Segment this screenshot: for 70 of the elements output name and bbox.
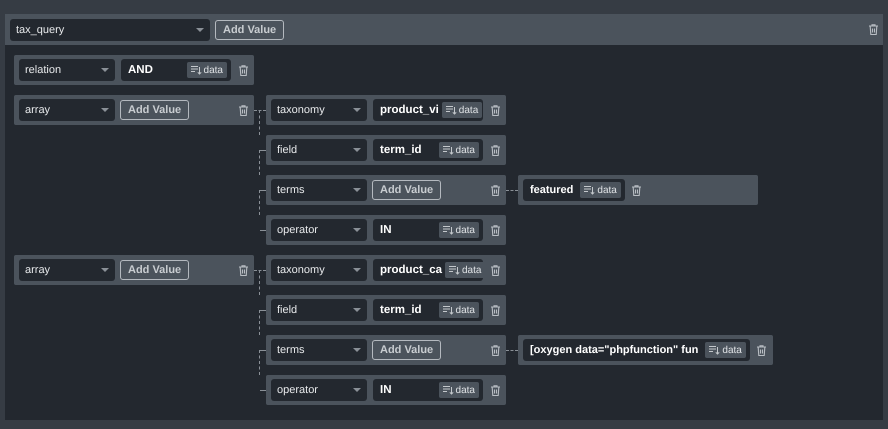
key-dropdown[interactable]: relation <box>19 59 115 81</box>
data-button[interactable]: data <box>580 182 621 198</box>
sort-icon <box>442 385 454 395</box>
caret-icon <box>353 188 361 192</box>
value-field[interactable]: product_ca data <box>373 259 483 281</box>
value-field[interactable]: AND data <box>121 59 231 81</box>
caret-icon <box>196 28 204 32</box>
key-dropdown[interactable]: operator <box>271 379 367 401</box>
key-dropdown[interactable]: field <box>271 299 367 321</box>
add-value-button[interactable]: Add Value <box>120 260 190 280</box>
key-dropdown[interactable]: taxonomy <box>271 259 367 281</box>
key-dropdown[interactable]: taxonomy <box>271 99 367 121</box>
key-dropdown[interactable]: terms <box>271 339 367 361</box>
delete-button[interactable] <box>489 344 501 356</box>
delete-button[interactable] <box>489 184 501 196</box>
caret-icon <box>353 348 361 352</box>
caret-icon <box>353 388 361 392</box>
value-field[interactable]: term_id data <box>373 299 483 321</box>
sort-icon <box>709 345 720 355</box>
delete-button[interactable] <box>630 184 643 196</box>
key-dropdown[interactable]: array <box>19 99 115 121</box>
data-button[interactable]: data <box>438 382 479 398</box>
sort-icon <box>584 185 596 195</box>
sort-icon <box>442 225 454 235</box>
data-button[interactable]: data <box>186 62 227 78</box>
add-value-button[interactable]: Add Value <box>215 20 284 40</box>
caret-icon <box>353 308 361 312</box>
caret-icon <box>353 148 361 152</box>
delete-button[interactable] <box>756 344 768 356</box>
data-button[interactable]: data <box>438 222 479 238</box>
caret-icon <box>353 268 361 272</box>
value-field[interactable]: [oxygen data="phpfunction" fun data <box>523 339 750 361</box>
delete-button[interactable] <box>489 384 501 396</box>
data-button[interactable]: data <box>705 342 746 358</box>
key-dropdown[interactable]: tax_query <box>10 18 210 40</box>
key-dropdown[interactable]: array <box>19 259 115 281</box>
delete-button[interactable] <box>237 264 249 276</box>
value-field[interactable]: IN data <box>373 379 483 401</box>
add-value-button[interactable]: Add Value <box>372 180 442 200</box>
delete-button[interactable] <box>489 304 501 316</box>
delete-button[interactable] <box>489 144 501 156</box>
sort-icon <box>446 105 457 115</box>
caret-icon <box>353 228 361 232</box>
delete-button[interactable] <box>489 264 501 276</box>
delete-button[interactable] <box>867 23 879 36</box>
value-field[interactable]: product_vi data <box>373 99 483 121</box>
caret-icon <box>101 108 109 112</box>
value-field[interactable]: featured data <box>523 179 625 201</box>
value-field[interactable]: term_id data <box>373 139 483 161</box>
caret-icon <box>101 68 109 72</box>
value-field[interactable]: IN data <box>373 219 483 241</box>
sort-icon <box>442 145 454 155</box>
data-button[interactable]: data <box>445 262 486 278</box>
delete-button[interactable] <box>237 104 249 116</box>
data-button[interactable]: data <box>442 102 482 118</box>
key-dropdown[interactable]: field <box>271 139 367 161</box>
key-dropdown[interactable]: terms <box>271 179 367 201</box>
key-dropdown[interactable]: operator <box>271 219 367 241</box>
delete-button[interactable] <box>489 224 501 236</box>
delete-button[interactable] <box>489 104 501 116</box>
data-button[interactable]: data <box>438 142 479 158</box>
caret-icon <box>101 268 109 272</box>
data-button[interactable]: data <box>438 302 479 318</box>
add-value-button[interactable]: Add Value <box>120 100 190 120</box>
sort-icon <box>442 305 454 315</box>
delete-button[interactable] <box>237 64 249 76</box>
caret-icon <box>353 108 361 112</box>
sort-icon <box>190 65 202 75</box>
add-value-button[interactable]: Add Value <box>372 340 442 360</box>
sort-icon <box>449 265 460 275</box>
